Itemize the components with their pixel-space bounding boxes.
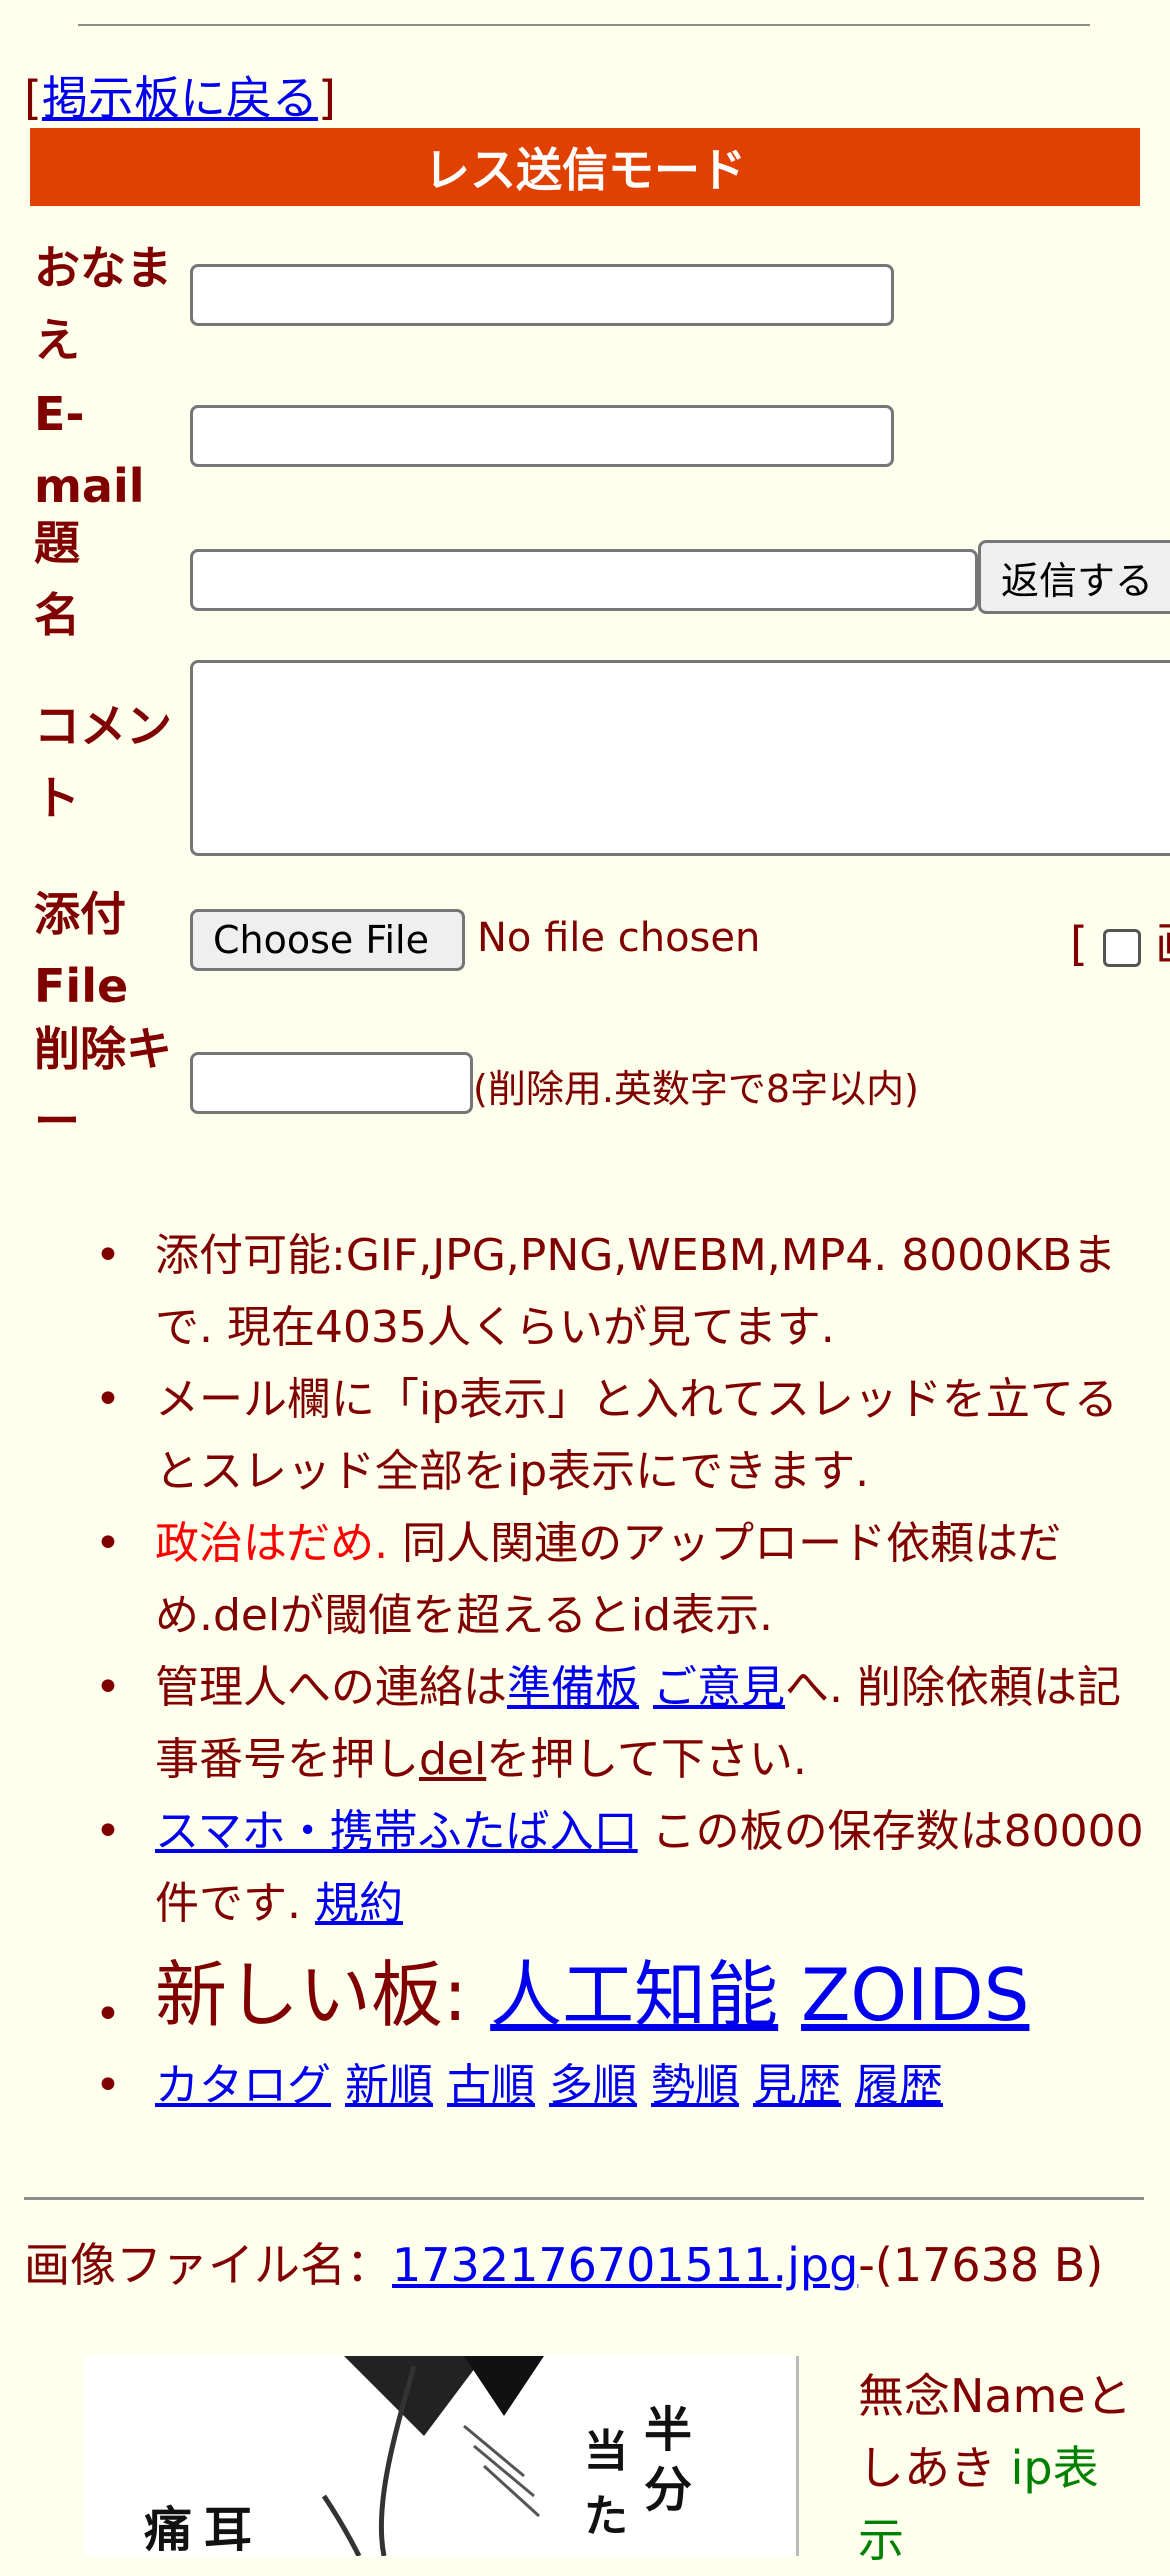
svg-text:た: た <box>584 2491 628 2542</box>
top-divider <box>78 24 1090 26</box>
terms-link[interactable]: 規約 <box>315 1878 403 1929</box>
image-file-link[interactable]: 1732176701511.jpg <box>392 2238 858 2292</box>
info-item-new-boards: 新しい板: 人工知能 ZOIDS <box>95 1940 1145 2070</box>
contact-post: を押して下さい. <box>486 1734 807 1785</box>
open-bracket: [ <box>24 71 42 125</box>
post-history-link[interactable]: 履歴 <box>855 2060 943 2111</box>
file-label: 添付File <box>34 887 129 1013</box>
back-to-board-link[interactable]: 掲示板に戻る <box>42 71 318 125</box>
attachments-text: 添付可能:GIF,JPG,PNG,WEBM,MP4. 8000KBまで. 現在4… <box>155 1230 1117 1353</box>
comment-label: コメント <box>34 699 172 825</box>
image-option-bracket: [ <box>1070 917 1088 971</box>
image-option-checkbox[interactable] <box>1102 928 1141 967</box>
board-info-list: 添付可能:GIF,JPG,PNG,WEBM,MP4. 8000KBまで. 現在4… <box>95 1220 1145 2122</box>
info-item-rules: 政治はだめ. 同人関連のアップロード依頼はだめ.delが閾値を超えるとid表示. <box>95 1508 1145 1652</box>
info-item-attachments: 添付可能:GIF,JPG,PNG,WEBM,MP4. 8000KBまで. 現在4… <box>95 1220 1145 1364</box>
back-nav: [掲示板に戻る] <box>24 62 336 128</box>
submit-reply-button[interactable]: 返信する <box>978 540 1170 614</box>
svg-text:半: 半 <box>644 2402 692 2458</box>
info-item-ip: メール欄に「ip表示」と入れてスレッドを立てるとスレッド全部をip表示にできます… <box>95 1364 1145 1508</box>
subject-input[interactable] <box>190 549 978 611</box>
no-file-chosen-text: No file chosen <box>477 915 761 961</box>
ip-display-label: ip表 <box>1010 2441 1099 2495</box>
sort-momentum-link[interactable]: 勢順 <box>651 2060 739 2111</box>
svg-text:当: 当 <box>584 2426 628 2477</box>
sort-new-link[interactable]: 新順 <box>345 2060 433 2111</box>
delete-key-note: (削除用.英数字で8字以内) <box>473 1067 919 1111</box>
svg-text:分: 分 <box>644 2462 692 2518</box>
image-option-label: 画 <box>1155 917 1170 971</box>
info-item-mobile: スマホ・携帯ふたば入口 この板の保存数は80000件です. 規約 <box>95 1796 1145 1940</box>
info-item-contact: 管理人への連絡は準備板 ご意見へ. 削除依頼は記事番号を押しdelを押して下さい… <box>95 1652 1145 1796</box>
image-option: [ 画 <box>1070 908 1170 974</box>
name-input[interactable] <box>190 264 894 326</box>
filename-prefix: 画像ファイル名： <box>24 2238 392 2292</box>
delete-key-input[interactable] <box>190 1052 473 1114</box>
catalog-link[interactable]: カタログ <box>155 2060 331 2111</box>
view-history-link[interactable]: 見歴 <box>753 2060 841 2111</box>
feedback-link[interactable]: ご意見 <box>653 1662 785 1713</box>
post-thumbnail-image[interactable]: 当 た 半 分 痛 耳 <box>84 2356 799 2556</box>
thread-divider <box>24 2197 1144 2200</box>
del-link[interactable]: del <box>419 1734 486 1785</box>
prep-board-link[interactable]: 準備板 <box>507 1662 639 1713</box>
info-item-sort-links: カタログ 新順 古順 多順 勢順 見歴 履歴 <box>95 2050 1145 2122</box>
delete-key-label: 削除キー <box>34 1022 172 1148</box>
manga-panel-graphic: 当 た 半 分 痛 耳 <box>84 2356 796 2556</box>
contact-pre: 管理人への連絡は <box>155 1662 507 1713</box>
name-label: おなまえ <box>34 241 172 367</box>
svg-text:耳: 耳 <box>204 2502 252 2556</box>
ip-text: メール欄に「ip表示」と入れてスレッドを立てるとスレッド全部をip表示にできます… <box>155 1374 1118 1497</box>
svg-text:痛: 痛 <box>144 2502 192 2556</box>
close-bracket: ] <box>317 71 336 125</box>
post-header: 無念Nameとしあき ip表 示 <box>858 2360 1158 2576</box>
email-label: E-mail <box>34 387 145 513</box>
subject-label: 題名 <box>34 516 80 642</box>
ai-board-link[interactable]: 人工知能 <box>490 1953 778 2037</box>
reply-mode-banner: レス送信モード <box>30 128 1140 206</box>
choose-file-button[interactable]: Choose File <box>190 909 465 971</box>
zoids-board-link[interactable]: ZOIDS <box>801 1953 1029 2037</box>
new-boards-prefix: 新しい板: <box>155 1953 491 2037</box>
sort-many-link[interactable]: 多順 <box>549 2060 637 2111</box>
file-size-text: -(17638 B) <box>858 2238 1104 2292</box>
image-filename-line: 画像ファイル名：1732176701511.jpg-(17638 B) <box>24 2235 1154 2295</box>
ip-display-label-cont: 示 <box>858 2513 904 2567</box>
comment-textarea[interactable] <box>190 660 1170 856</box>
email-input[interactable] <box>190 405 894 467</box>
sort-old-link[interactable]: 古順 <box>447 2060 535 2111</box>
no-politics-text: 政治はだめ. <box>155 1518 389 1569</box>
mobile-entrance-link[interactable]: スマホ・携帯ふたば入口 <box>155 1806 638 1857</box>
